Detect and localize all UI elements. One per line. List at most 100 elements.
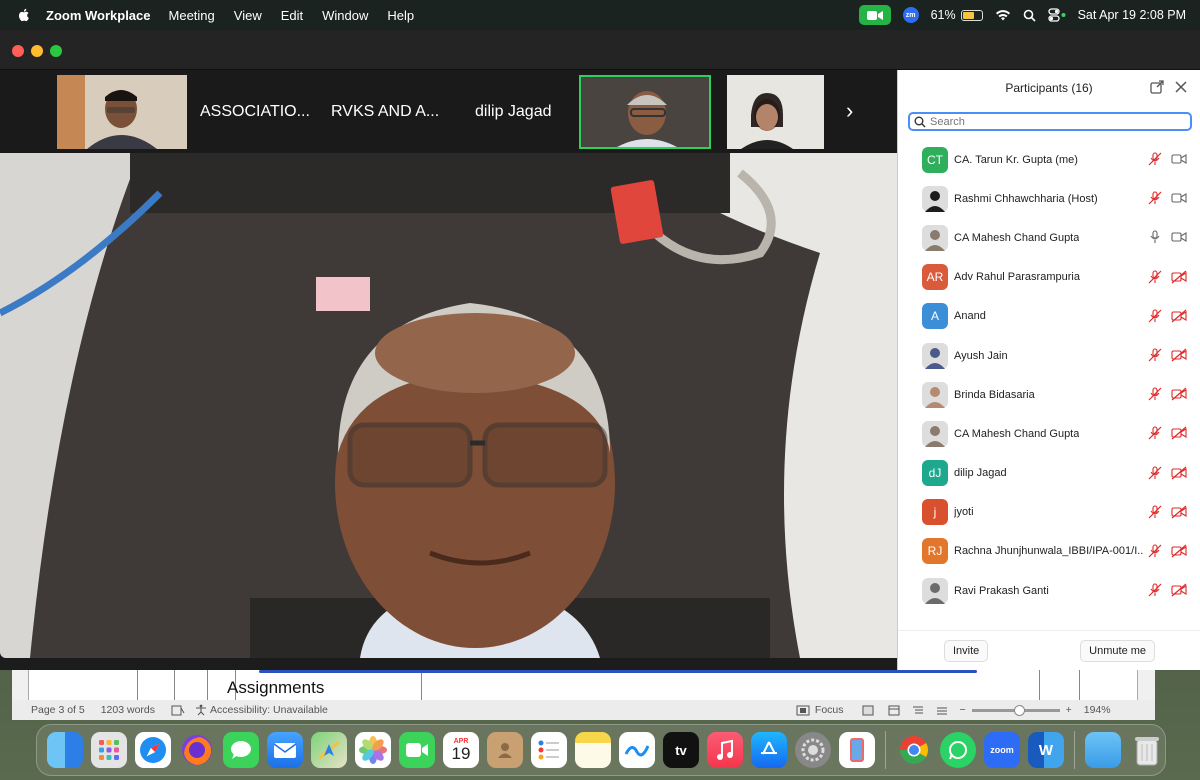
zoom-out-button[interactable]: −: [960, 704, 966, 716]
apple-tv-icon[interactable]: tv: [663, 732, 699, 768]
participant-video-tile[interactable]: [727, 75, 824, 149]
participant-name-tile[interactable]: ASSOCIATIO...: [200, 75, 315, 149]
battery-status[interactable]: 61%: [931, 8, 983, 22]
word-count[interactable]: 1203 words: [101, 704, 155, 716]
app-store-icon[interactable]: [751, 732, 787, 768]
wifi-icon[interactable]: [995, 9, 1011, 21]
participant-video-tile[interactable]: [57, 75, 187, 149]
downloads-folder-icon[interactable]: [1085, 732, 1121, 768]
zoom-icon[interactable]: zoom: [984, 732, 1020, 768]
mic-icon[interactable]: [1148, 230, 1162, 249]
mic-muted-icon[interactable]: [1148, 426, 1162, 445]
menu-view[interactable]: View: [234, 8, 262, 23]
window-fullscreen-button[interactable]: [50, 45, 62, 57]
accessibility-icon[interactable]: [195, 704, 207, 716]
notes-icon[interactable]: [575, 732, 611, 768]
word-icon[interactable]: W: [1028, 732, 1064, 768]
participant-row[interactable]: RJ Rachna Jhunjhunwala_IBBI/IPA-001/I...: [898, 532, 1200, 571]
mic-muted-icon[interactable]: [1148, 348, 1162, 367]
spotlight-search-icon[interactable]: [1023, 9, 1036, 22]
focus-button[interactable]: Focus: [815, 704, 844, 716]
pop-out-icon[interactable]: [1150, 80, 1164, 94]
mic-muted-icon[interactable]: [1148, 270, 1162, 289]
trash-icon[interactable]: [1129, 732, 1165, 768]
reminders-icon[interactable]: [531, 732, 567, 768]
participant-row[interactable]: Rashmi Chhawchharia (Host): [898, 179, 1200, 218]
mic-muted-icon[interactable]: [1148, 309, 1162, 328]
chrome-icon[interactable]: [896, 732, 932, 768]
control-center-icon[interactable]: [1047, 8, 1066, 22]
menu-window[interactable]: Window: [322, 8, 368, 23]
zoom-video-status-icon[interactable]: [858, 5, 891, 25]
mic-muted-icon[interactable]: [1148, 465, 1162, 485]
freeform-icon[interactable]: [619, 732, 655, 768]
video-icon[interactable]: [1171, 230, 1187, 249]
finder-icon[interactable]: [47, 732, 83, 768]
invite-button[interactable]: Invite: [943, 639, 989, 662]
participant-row[interactable]: AR Adv Rahul Parasrampuria: [898, 258, 1200, 297]
mic-muted-icon[interactable]: [1148, 583, 1162, 602]
participant-row[interactable]: Brinda Bidasaria: [898, 375, 1200, 414]
zoom-level[interactable]: 194%: [1084, 704, 1111, 716]
outline-view-icon[interactable]: [912, 705, 924, 716]
photos-icon[interactable]: [355, 732, 391, 768]
mic-muted-icon[interactable]: [1148, 387, 1162, 406]
participant-row[interactable]: j jyoti: [898, 493, 1200, 532]
video-off-icon[interactable]: [1171, 270, 1187, 289]
accessibility-status[interactable]: Accessibility: Unavailable: [210, 704, 328, 716]
page-indicator[interactable]: Page 3 of 5: [31, 704, 85, 716]
video-off-icon[interactable]: [1171, 387, 1187, 406]
window-close-button[interactable]: [12, 45, 24, 57]
participant-name-tile[interactable]: RVKS AND A...: [331, 75, 446, 149]
mail-icon[interactable]: [267, 732, 303, 768]
close-icon[interactable]: [1174, 80, 1188, 94]
mic-muted-icon[interactable]: [1148, 152, 1162, 171]
menu-edit[interactable]: Edit: [281, 8, 303, 23]
app-menu-zoom[interactable]: Zoom Workplace: [46, 8, 151, 23]
participants-search[interactable]: [908, 112, 1192, 131]
participants-search-input[interactable]: [930, 115, 1170, 128]
zoom-slider-thumb[interactable]: [1013, 704, 1025, 716]
participant-row[interactable]: dJ dilip Jagad: [898, 454, 1200, 493]
video-off-icon[interactable]: [1171, 348, 1187, 367]
zoom-in-button[interactable]: +: [1066, 704, 1072, 716]
video-off-icon[interactable]: [1171, 309, 1187, 328]
menu-meeting[interactable]: Meeting: [169, 8, 215, 23]
iphone-mirroring-icon[interactable]: [839, 732, 875, 768]
proofing-icon[interactable]: [171, 705, 185, 716]
main-speaker-video[interactable]: [0, 153, 897, 658]
firefox-icon[interactable]: [179, 732, 215, 768]
launchpad-icon[interactable]: [91, 732, 127, 768]
mic-muted-icon[interactable]: [1148, 505, 1162, 524]
apple-logo-icon[interactable]: [16, 7, 32, 23]
active-speaker-video-tile[interactable]: [579, 75, 711, 149]
zoom-menubar-icon[interactable]: zm: [902, 7, 919, 23]
participant-row[interactable]: Ravi Prakash Ganti: [898, 571, 1200, 610]
system-settings-icon[interactable]: [795, 732, 831, 768]
contacts-icon[interactable]: [487, 732, 523, 768]
participant-name-tile[interactable]: dilip Jagad: [475, 75, 570, 149]
facetime-icon[interactable]: [399, 732, 435, 768]
participant-row[interactable]: CT CA. Tarun Kr. Gupta (me): [898, 140, 1200, 179]
whatsapp-icon[interactable]: [940, 732, 976, 768]
print-layout-icon[interactable]: [862, 705, 874, 716]
unmute-me-button[interactable]: Unmute me: [1080, 639, 1156, 662]
menubar-clock[interactable]: Sat Apr 19 2:08 PM: [1078, 8, 1186, 22]
window-minimize-button[interactable]: [31, 45, 43, 57]
video-off-icon[interactable]: [1171, 583, 1187, 602]
calendar-icon[interactable]: APR 19: [443, 732, 479, 768]
maps-icon[interactable]: [311, 732, 347, 768]
draft-view-icon[interactable]: [936, 705, 948, 716]
participant-row[interactable]: CA Mahesh Chand Gupta: [898, 414, 1200, 453]
safari-icon[interactable]: [135, 732, 171, 768]
video-icon[interactable]: [1171, 152, 1187, 171]
video-icon[interactable]: [1171, 191, 1187, 210]
participant-row[interactable]: CA Mahesh Chand Gupta: [898, 218, 1200, 257]
messages-icon[interactable]: [223, 732, 259, 768]
participant-row[interactable]: A Anand: [898, 297, 1200, 336]
menu-help[interactable]: Help: [387, 8, 414, 23]
zoom-slider[interactable]: [971, 704, 1060, 716]
chevron-right-icon[interactable]: ›: [846, 98, 853, 124]
video-off-icon[interactable]: [1171, 426, 1187, 445]
mic-muted-icon[interactable]: [1148, 191, 1162, 210]
